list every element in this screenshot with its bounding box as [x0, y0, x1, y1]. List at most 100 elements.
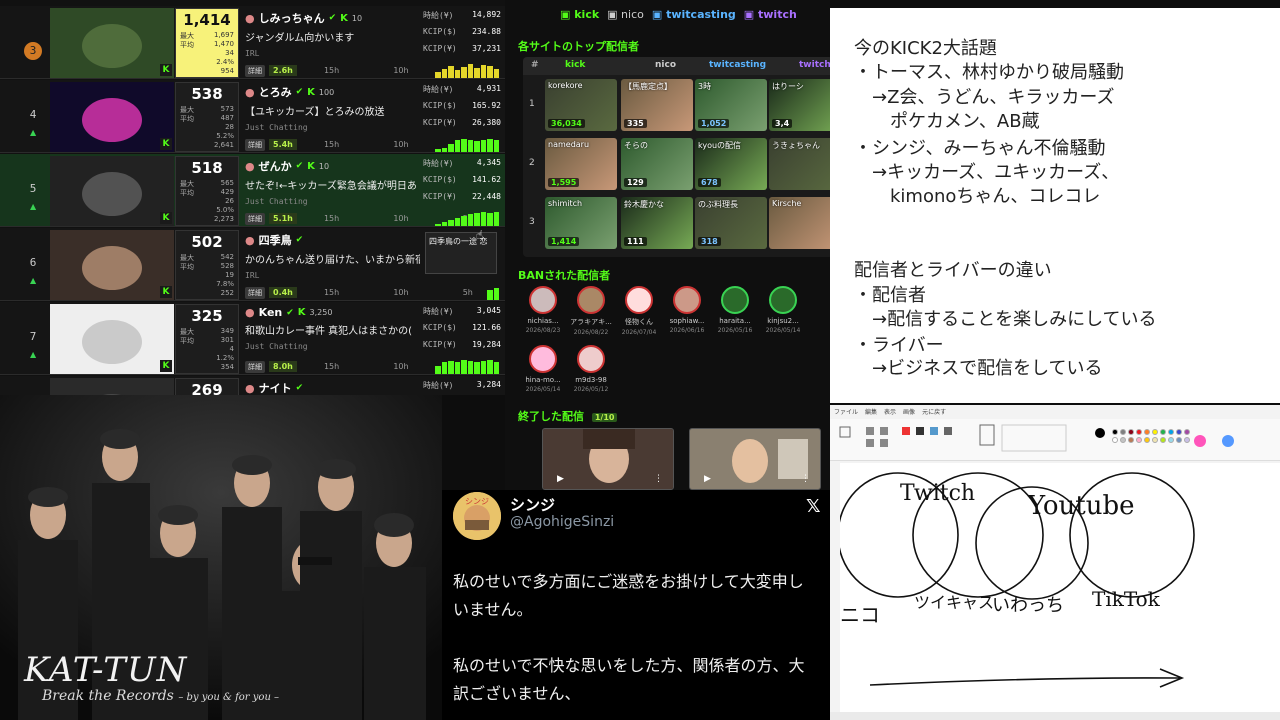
color-swatch[interactable] — [1144, 429, 1150, 435]
more-options-icon[interactable]: ⋮ — [801, 474, 810, 484]
detail-button[interactable]: 詳細 — [245, 64, 265, 77]
color-swatch[interactable] — [1168, 429, 1174, 435]
top-streamer-cell[interactable]: 【馬鹿定点】 335 — [621, 79, 693, 131]
top-streamer-cell[interactable]: そらの 129 — [621, 138, 693, 190]
top-streamer-cell[interactable]: はりーシ 3,4 — [769, 79, 830, 131]
color-swatch[interactable] — [1184, 429, 1190, 435]
banned-streamer[interactable]: nichias... 2026/08/23 — [519, 286, 567, 334]
banned-name: hina-mo... — [525, 376, 561, 384]
menu-image[interactable]: 画像 — [903, 407, 915, 416]
top-streamer-cell[interactable]: 3時 1,052 — [695, 79, 767, 131]
color-swatch[interactable] — [1128, 429, 1134, 435]
streamer-name[interactable]: しみっちゃん — [259, 10, 325, 26]
avatar[interactable]: ● — [245, 234, 255, 247]
stream-thumbnail[interactable]: K — [50, 8, 174, 78]
avatar[interactable]: ● — [245, 382, 255, 395]
tweet-author-name[interactable]: シンジ — [510, 494, 555, 515]
streamer-name[interactable]: 四季鳥 — [259, 232, 292, 248]
ended-stream-card[interactable]: ▶ ⋮ — [542, 428, 674, 490]
avatar[interactable]: シンジ — [453, 492, 501, 540]
paint-canvas[interactable]: Twitch Youtube ニコ ツイキャス いわっち TikTok — [840, 463, 1280, 713]
stream-title[interactable]: 和歌山カレー事件 真犯人はまさかの( — [245, 322, 420, 337]
color-swatch[interactable] — [1176, 437, 1182, 443]
top-streamer-cell[interactable]: うきょちゃん — [769, 138, 830, 190]
stream-title[interactable]: ジャンダルム向かいます — [245, 29, 420, 44]
x-logo-icon[interactable]: 𝕏 — [806, 496, 821, 517]
color-swatch[interactable] — [1120, 429, 1126, 435]
play-icon[interactable]: ▶ — [704, 474, 711, 484]
table-row[interactable]: 5 ▲ K 518 最大 565 平均 429 26 5.0% 2,273 ● ぜんか ✔ K 10 せたぞ!←… — [0, 154, 505, 227]
streamer-name[interactable]: ぜんか — [259, 158, 292, 174]
detail-button[interactable]: 詳細 — [245, 286, 265, 299]
stream-title[interactable]: せたぞ!←キッカーズ緊急会議が明日あ — [245, 177, 420, 192]
detail-button[interactable]: 詳細 — [245, 360, 265, 373]
table-row[interactable]: K269●ナイト✔時給(¥)3,284KCIP($)127.77KCIP(¥)2… — [0, 376, 505, 395]
menu-undo[interactable]: 元に戻す — [922, 407, 946, 416]
stream-thumbnail[interactable]: K — [50, 304, 174, 374]
top-streamer-cell[interactable]: 鈴木慶かな 111 — [621, 197, 693, 249]
stream-thumbnail[interactable]: K — [50, 82, 174, 152]
detail-button[interactable]: 詳細 — [245, 138, 265, 151]
color-swatch[interactable] — [1112, 437, 1118, 443]
banned-streamer[interactable]: アラキアキ... 2026/08/22 — [567, 286, 615, 336]
avatar[interactable]: ● — [245, 12, 255, 25]
menu-view[interactable]: 表示 — [884, 407, 896, 416]
ended-stream-card[interactable]: ▶ ⋮ — [689, 428, 821, 490]
color-swatch[interactable] — [1168, 437, 1174, 443]
stream-title[interactable]: 【ユキッカーズ】とろみの放送 — [245, 103, 420, 118]
color-swatch[interactable] — [1144, 437, 1150, 443]
legend-nico[interactable]: ▣ nico — [607, 8, 644, 21]
color-swatch[interactable] — [1152, 429, 1158, 435]
streamer-name[interactable]: Ken — [259, 306, 283, 319]
table-row[interactable]: 3 K 1,414 最大 1,697 平均 1,470 34 2.4% 954 ● しみっちゃん ✔ K 1… — [0, 6, 505, 79]
verified-icon: ✔ — [295, 235, 304, 245]
banned-streamer[interactable]: haraita... 2026/05/16 — [711, 286, 759, 334]
color-swatch[interactable] — [1160, 429, 1166, 435]
color-swatch[interactable] — [1176, 429, 1182, 435]
banned-streamer[interactable]: kinjsu2... 2026/05/14 — [759, 286, 807, 334]
color-swatch[interactable] — [1184, 437, 1190, 443]
color-swatch[interactable] — [1128, 437, 1134, 443]
earnings-value: 22,448 — [472, 192, 501, 201]
avatar[interactable]: ● — [245, 86, 255, 99]
detail-button[interactable]: 詳細 — [245, 212, 265, 225]
avatar[interactable]: ● — [245, 160, 255, 173]
stream-thumbnail[interactable]: K — [50, 230, 174, 300]
top-streamer-cell[interactable]: のぶ料理長 318 — [695, 197, 767, 249]
streamer-name[interactable]: とろみ — [259, 84, 292, 100]
menu-file[interactable]: ファイル — [834, 407, 858, 416]
color-swatch[interactable] — [1152, 437, 1158, 443]
table-row[interactable]: 4 ▲ K 538 最大 573 平均 487 28 5.2% 2,641 ● とろみ ✔ K 100 【ユキッ… — [0, 80, 505, 153]
note-line: 今のKICK2大話題 — [854, 38, 997, 59]
play-icon[interactable]: ▶ — [557, 474, 564, 484]
more-options-icon[interactable]: ⋮ — [654, 474, 663, 484]
streamer-name[interactable]: ナイト — [259, 380, 292, 395]
top-streamer-cell[interactable]: kyouの配信 678 — [695, 138, 767, 190]
banned-streamer[interactable]: sophiaw... 2026/06/16 — [663, 286, 711, 334]
color-swatch[interactable] — [1136, 437, 1142, 443]
color-swatch[interactable] — [1136, 429, 1142, 435]
avatar[interactable]: ● — [245, 306, 255, 319]
tweet-author-handle[interactable]: @AgohigeSinzi — [510, 514, 614, 530]
stream-title[interactable]: かのんちゃん送り届けた、いまから新宿 — [245, 251, 420, 266]
paint-tools-icons[interactable] — [830, 419, 1280, 461]
stream-duration: 0.4h — [269, 287, 297, 298]
banned-streamer[interactable]: m9d3-98 2026/05/12 — [567, 345, 615, 393]
banned-streamer[interactable]: 怪物くん 2026/07/04 — [615, 286, 663, 336]
color-swatch[interactable] — [1112, 429, 1118, 435]
top-streamer-cell[interactable]: shimitch 1,414 — [545, 197, 617, 249]
timeline-label: 15h — [323, 140, 340, 149]
legend-kick[interactable]: ▣ kick — [560, 8, 599, 21]
legend-twitch[interactable]: ▣ twitch — [744, 8, 797, 21]
color-swatch[interactable] — [1160, 437, 1166, 443]
banned-streamer[interactable]: hina-mo... 2026/05/14 — [519, 345, 567, 393]
top-streamer-cell[interactable]: namedaru 1,595 — [545, 138, 617, 190]
table-row[interactable]: 7 ▲ K 325 最大 349 平均 301 4 1.2% 354 ● Ken ✔ K 3,250 和歌山カレ… — [0, 302, 505, 375]
top-streamer-cell[interactable]: korekore 36,034 — [545, 79, 617, 131]
menu-edit[interactable]: 編集 — [865, 407, 877, 416]
legend-twitcasting[interactable]: ▣ twitcasting — [652, 8, 736, 21]
top-streamer-cell[interactable]: Kirsche — [769, 197, 830, 249]
stream-thumbnail[interactable]: K — [50, 156, 174, 226]
stream-thumbnail[interactable]: K — [50, 378, 174, 395]
color-swatch[interactable] — [1120, 437, 1126, 443]
